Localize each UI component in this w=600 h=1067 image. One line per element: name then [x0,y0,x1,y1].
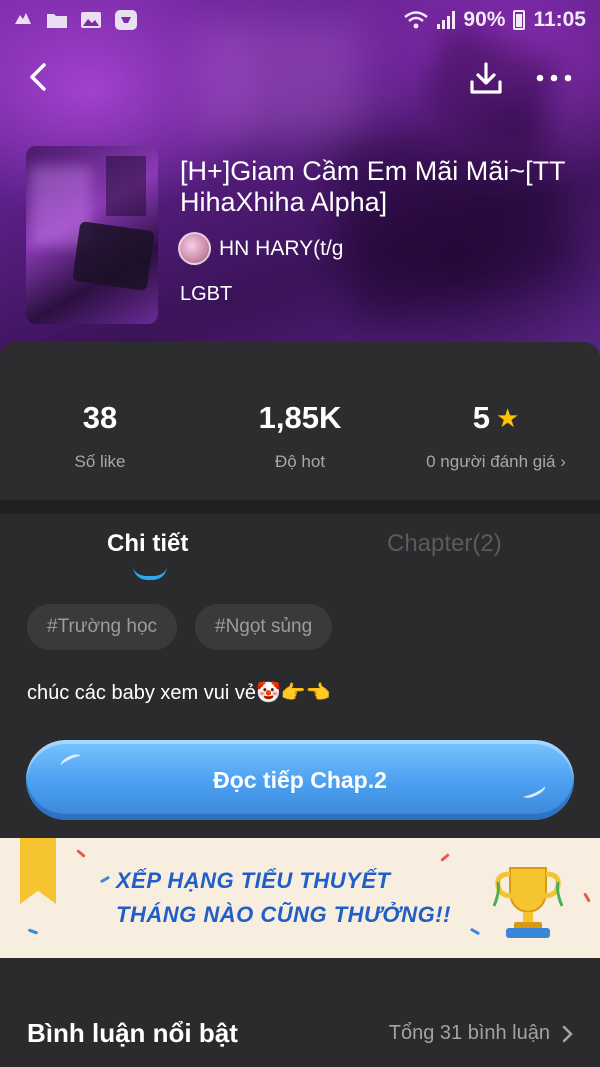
battery-icon [513,10,526,30]
stat-hot: 1,85K Độ hot [200,400,400,472]
comments-total-link[interactable]: Tổng 31 bình luận [389,1022,574,1045]
hot-label: Độ hot [274,452,326,471]
stat-likes: 38 Số like [0,400,200,472]
stat-rating[interactable]: 5 ★ 0 người đánh giá › [396,400,596,472]
tab-detail[interactable]: Chi tiết [107,530,188,558]
rating-value: 5 [472,400,490,435]
genre-label: LGBT [180,283,233,305]
chevron-right-icon [562,1025,573,1042]
continue-reading-label: Đọc tiếp Chap.2 [213,766,387,793]
back-icon[interactable] [22,60,56,94]
tag-chip[interactable]: #Trường học [27,604,178,650]
signal-icon [437,11,456,29]
ribbon-icon [20,838,56,904]
trophy-icon [492,867,564,938]
book-cover[interactable] [26,146,158,324]
battery-percent: 90% [463,8,506,31]
stats-card: 38 Số like 1,85K Độ hot 5 ★ 0 người đánh … [0,342,600,502]
top-nav [0,56,600,100]
clock: 11:05 [533,8,586,31]
comments-total: Tổng 31 bình luận [388,1022,550,1044]
avatar[interactable] [178,232,211,265]
section-divider [0,500,600,514]
tab-active-indicator [133,566,167,580]
book-title: [H+]Giam Cầm Em Mãi Mãi~[TT HihaXhiha Al… [180,156,566,217]
download-icon[interactable] [466,58,506,98]
likes-label: Số like [74,452,126,471]
author-name[interactable]: HN HARY(t/g [219,237,343,261]
notification-icon [15,13,31,24]
rating-label[interactable]: 0 người đánh giá › [396,452,596,472]
star-icon: ★ [495,402,520,433]
comments-section: Bình luận nổi bật Tổng 31 bình luận [0,958,600,1067]
status-bar: 90% 11:05 [0,0,600,40]
hot-value: 1,85K [258,400,342,435]
image-icon [81,12,101,28]
app-icon [115,10,137,30]
likes-value: 38 [82,400,118,435]
ranking-banner[interactable]: XẾP HẠNG TIỂU THUYẾT THÁNG NÀO CŨNG THƯỞ… [0,838,600,958]
more-icon[interactable] [533,64,575,92]
folder-icon [47,14,67,28]
author-row[interactable]: HN HARY(t/g [178,232,343,265]
comments-title: Bình luận nổi bật [27,1018,238,1048]
wifi-icon [404,11,429,29]
tab-bar: Chi tiết Chapter(2) [0,514,600,584]
banner-line-1: XẾP HẠNG TIỂU THUYẾT [116,868,391,893]
tab-chapter[interactable]: Chapter(2) [387,530,502,558]
continue-reading-button[interactable]: Đọc tiếp Chap.2 [26,740,574,820]
chevron-right-icon: › [560,452,566,471]
banner-line-2: THÁNG NÀO CŨNG THƯỞNG!! [116,902,451,927]
description: chúc các baby xem vui vẻ🤡👉👈 [27,682,331,704]
tag-chip[interactable]: #Ngọt sủng [195,604,333,650]
